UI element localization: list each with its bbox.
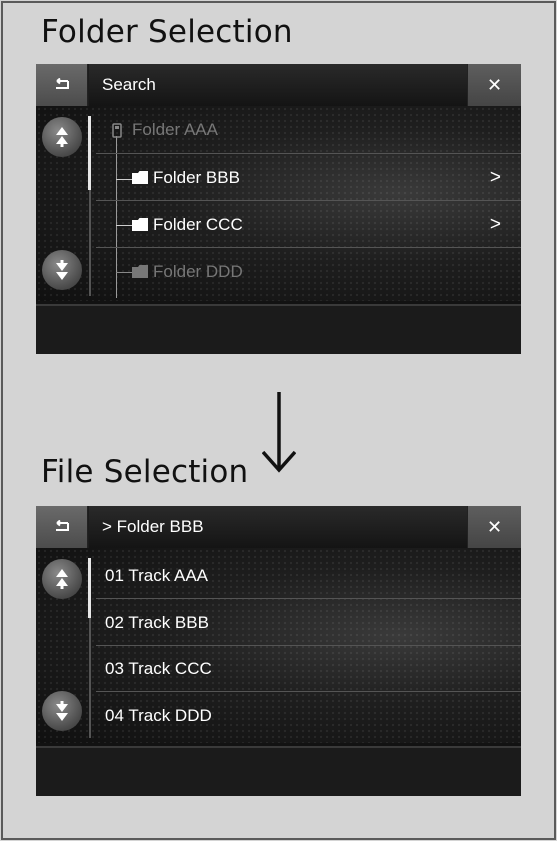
bottom-bar [36, 746, 521, 796]
back-button[interactable] [36, 506, 88, 548]
back-button[interactable] [36, 64, 88, 106]
scroll-thumb[interactable] [88, 558, 91, 618]
track-label: 03 Track CCC [105, 659, 212, 678]
top-bar: Search ✕ [36, 64, 521, 106]
scroll-down-button[interactable] [42, 691, 82, 731]
track-row[interactable]: 03 Track CCC [96, 645, 521, 692]
scroll-thumb[interactable] [88, 116, 91, 190]
close-button[interactable]: ✕ [467, 506, 521, 548]
file-list: 01 Track AAA 02 Track BBB 03 Track CCC 0… [36, 548, 521, 743]
screen-title: > Folder BBB [89, 506, 467, 548]
scroll-up-button[interactable] [42, 559, 82, 599]
folder-selection-heading: Folder Selection [41, 14, 293, 50]
folder-icon [132, 265, 148, 278]
close-button[interactable]: ✕ [467, 64, 521, 106]
folder-icon [132, 171, 148, 184]
bottom-bar [36, 304, 521, 354]
top-bar: > Folder BBB ✕ [36, 506, 521, 548]
usb-icon [112, 123, 122, 138]
folder-selection-screen: Search ✕ Folder AAA Folder BBB > Folder … [36, 64, 521, 354]
folder-row[interactable]: Folder CCC > [96, 201, 521, 248]
folder-icon [132, 218, 148, 231]
close-icon: ✕ [486, 74, 503, 96]
track-row[interactable]: 04 Track DDD [96, 692, 521, 739]
chevron-right-icon: > [489, 167, 501, 188]
track-label: 04 Track DDD [105, 706, 212, 725]
scroll-down-icon [56, 260, 68, 280]
scroll-down-button[interactable] [42, 250, 82, 290]
track-label: 02 Track BBB [105, 613, 209, 632]
folder-row[interactable]: Folder DDD [96, 248, 521, 295]
folder-root-label: Folder AAA [132, 120, 218, 139]
scroll-up-icon [56, 127, 68, 147]
scroll-up-icon [56, 569, 68, 589]
screen-title: Search [89, 64, 467, 106]
folder-label: Folder CCC [153, 215, 243, 234]
file-selection-heading: File Selection [41, 454, 249, 490]
back-arrow-icon [55, 78, 69, 89]
track-row[interactable]: 01 Track AAA [96, 552, 521, 599]
track-label: 01 Track AAA [105, 566, 208, 585]
track-row[interactable]: 02 Track BBB [96, 599, 521, 646]
close-icon: ✕ [486, 516, 503, 538]
folder-root-row: Folder AAA [96, 106, 521, 154]
folder-row[interactable]: Folder BBB > [96, 154, 521, 201]
back-arrow-icon [55, 520, 69, 531]
scroll-down-icon [56, 701, 68, 721]
chevron-right-icon: > [489, 214, 501, 235]
folder-list: Folder AAA Folder BBB > Folder CCC > Fol… [36, 106, 521, 301]
file-selection-screen: > Folder BBB ✕ 01 Track AAA 02 Track BBB [36, 506, 521, 796]
scroll-up-button[interactable] [42, 117, 82, 157]
down-arrow-icon [262, 392, 296, 473]
folder-label: Folder BBB [153, 168, 240, 187]
folder-label: Folder DDD [153, 262, 243, 281]
